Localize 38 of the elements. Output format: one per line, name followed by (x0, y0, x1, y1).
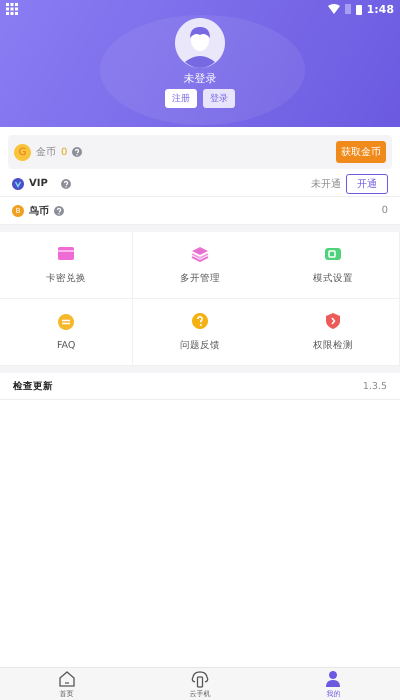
avatar (175, 18, 225, 68)
battery-icon (356, 4, 362, 14)
mode-icon (324, 245, 342, 263)
help-icon (54, 206, 64, 216)
coin-icon: G (14, 144, 31, 160)
login-status: 未登录 (184, 71, 216, 86)
question-icon (190, 312, 209, 330)
home-icon (58, 670, 76, 688)
tile-label: 多开管理 (180, 272, 220, 285)
person-icon (324, 670, 342, 688)
tile-label: FAQ (56, 340, 76, 351)
tile-label: 权限检测 (312, 339, 353, 352)
check-update-label[interactable]: 检查更新 (13, 380, 53, 392)
help-icon (72, 147, 82, 157)
tile-label: 问题反馈 (180, 339, 220, 352)
login-button[interactable]: 登录 (203, 89, 235, 108)
register-button[interactable]: 注册 (165, 89, 197, 108)
card-icon (57, 245, 76, 263)
help-icon (60, 178, 71, 188)
vip-label: VIP (29, 178, 48, 189)
activate-button[interactable]: 开通 (346, 174, 388, 194)
tile-label: 模式设置 (312, 272, 353, 285)
sim-icon (344, 4, 351, 14)
bird-coin-count: 0 (382, 205, 388, 216)
version-number: 1.3.5 (362, 380, 387, 392)
wifi-icon (328, 4, 340, 14)
clock: 1:48 (366, 2, 394, 16)
vip-icon (12, 178, 24, 190)
apps-icon (6, 3, 18, 15)
chat-icon (57, 313, 76, 331)
bird-coin-label: 鸟币 (29, 204, 49, 218)
coin-label: 金币 (36, 146, 56, 159)
layers-icon (190, 245, 209, 263)
tile-label: 卡密兑换 (46, 272, 86, 285)
vip-status: 未开通 (311, 178, 341, 190)
coin-count: 0 (61, 146, 68, 158)
shield-icon (324, 312, 342, 330)
cloud-phone-icon (190, 670, 209, 688)
